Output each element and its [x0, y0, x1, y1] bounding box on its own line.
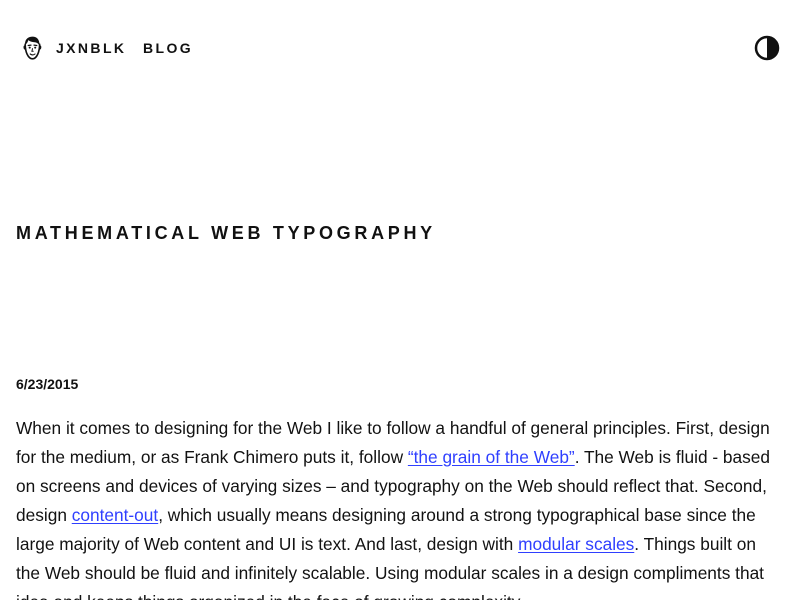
grain-of-the-web-link[interactable]: “the grain of the Web” — [408, 447, 575, 467]
modular-scales-link[interactable]: modular scales — [518, 534, 634, 554]
theme-toggle-button[interactable] — [754, 35, 780, 61]
brand-name: JXNBLK — [56, 40, 127, 56]
page-title: MATHEMATICAL WEB TYPOGRAPHY — [16, 223, 436, 243]
post-date: 6/23/2015 — [16, 376, 79, 392]
article-paragraph: When it comes to designing for the Web I… — [16, 414, 784, 600]
home-brand-link[interactable]: JXNBLK — [20, 35, 126, 61]
page: JXNBLK BLOG MATHEMATICAL WEB TYPOGRAPHY … — [0, 0, 800, 600]
content-out-link[interactable]: content-out — [72, 505, 158, 525]
nav-blog-link[interactable]: BLOG — [143, 41, 193, 55]
half-contrast-icon — [754, 35, 780, 61]
top-navigation: JXNBLK BLOG — [0, 0, 800, 96]
avatar-face-icon — [20, 35, 44, 61]
